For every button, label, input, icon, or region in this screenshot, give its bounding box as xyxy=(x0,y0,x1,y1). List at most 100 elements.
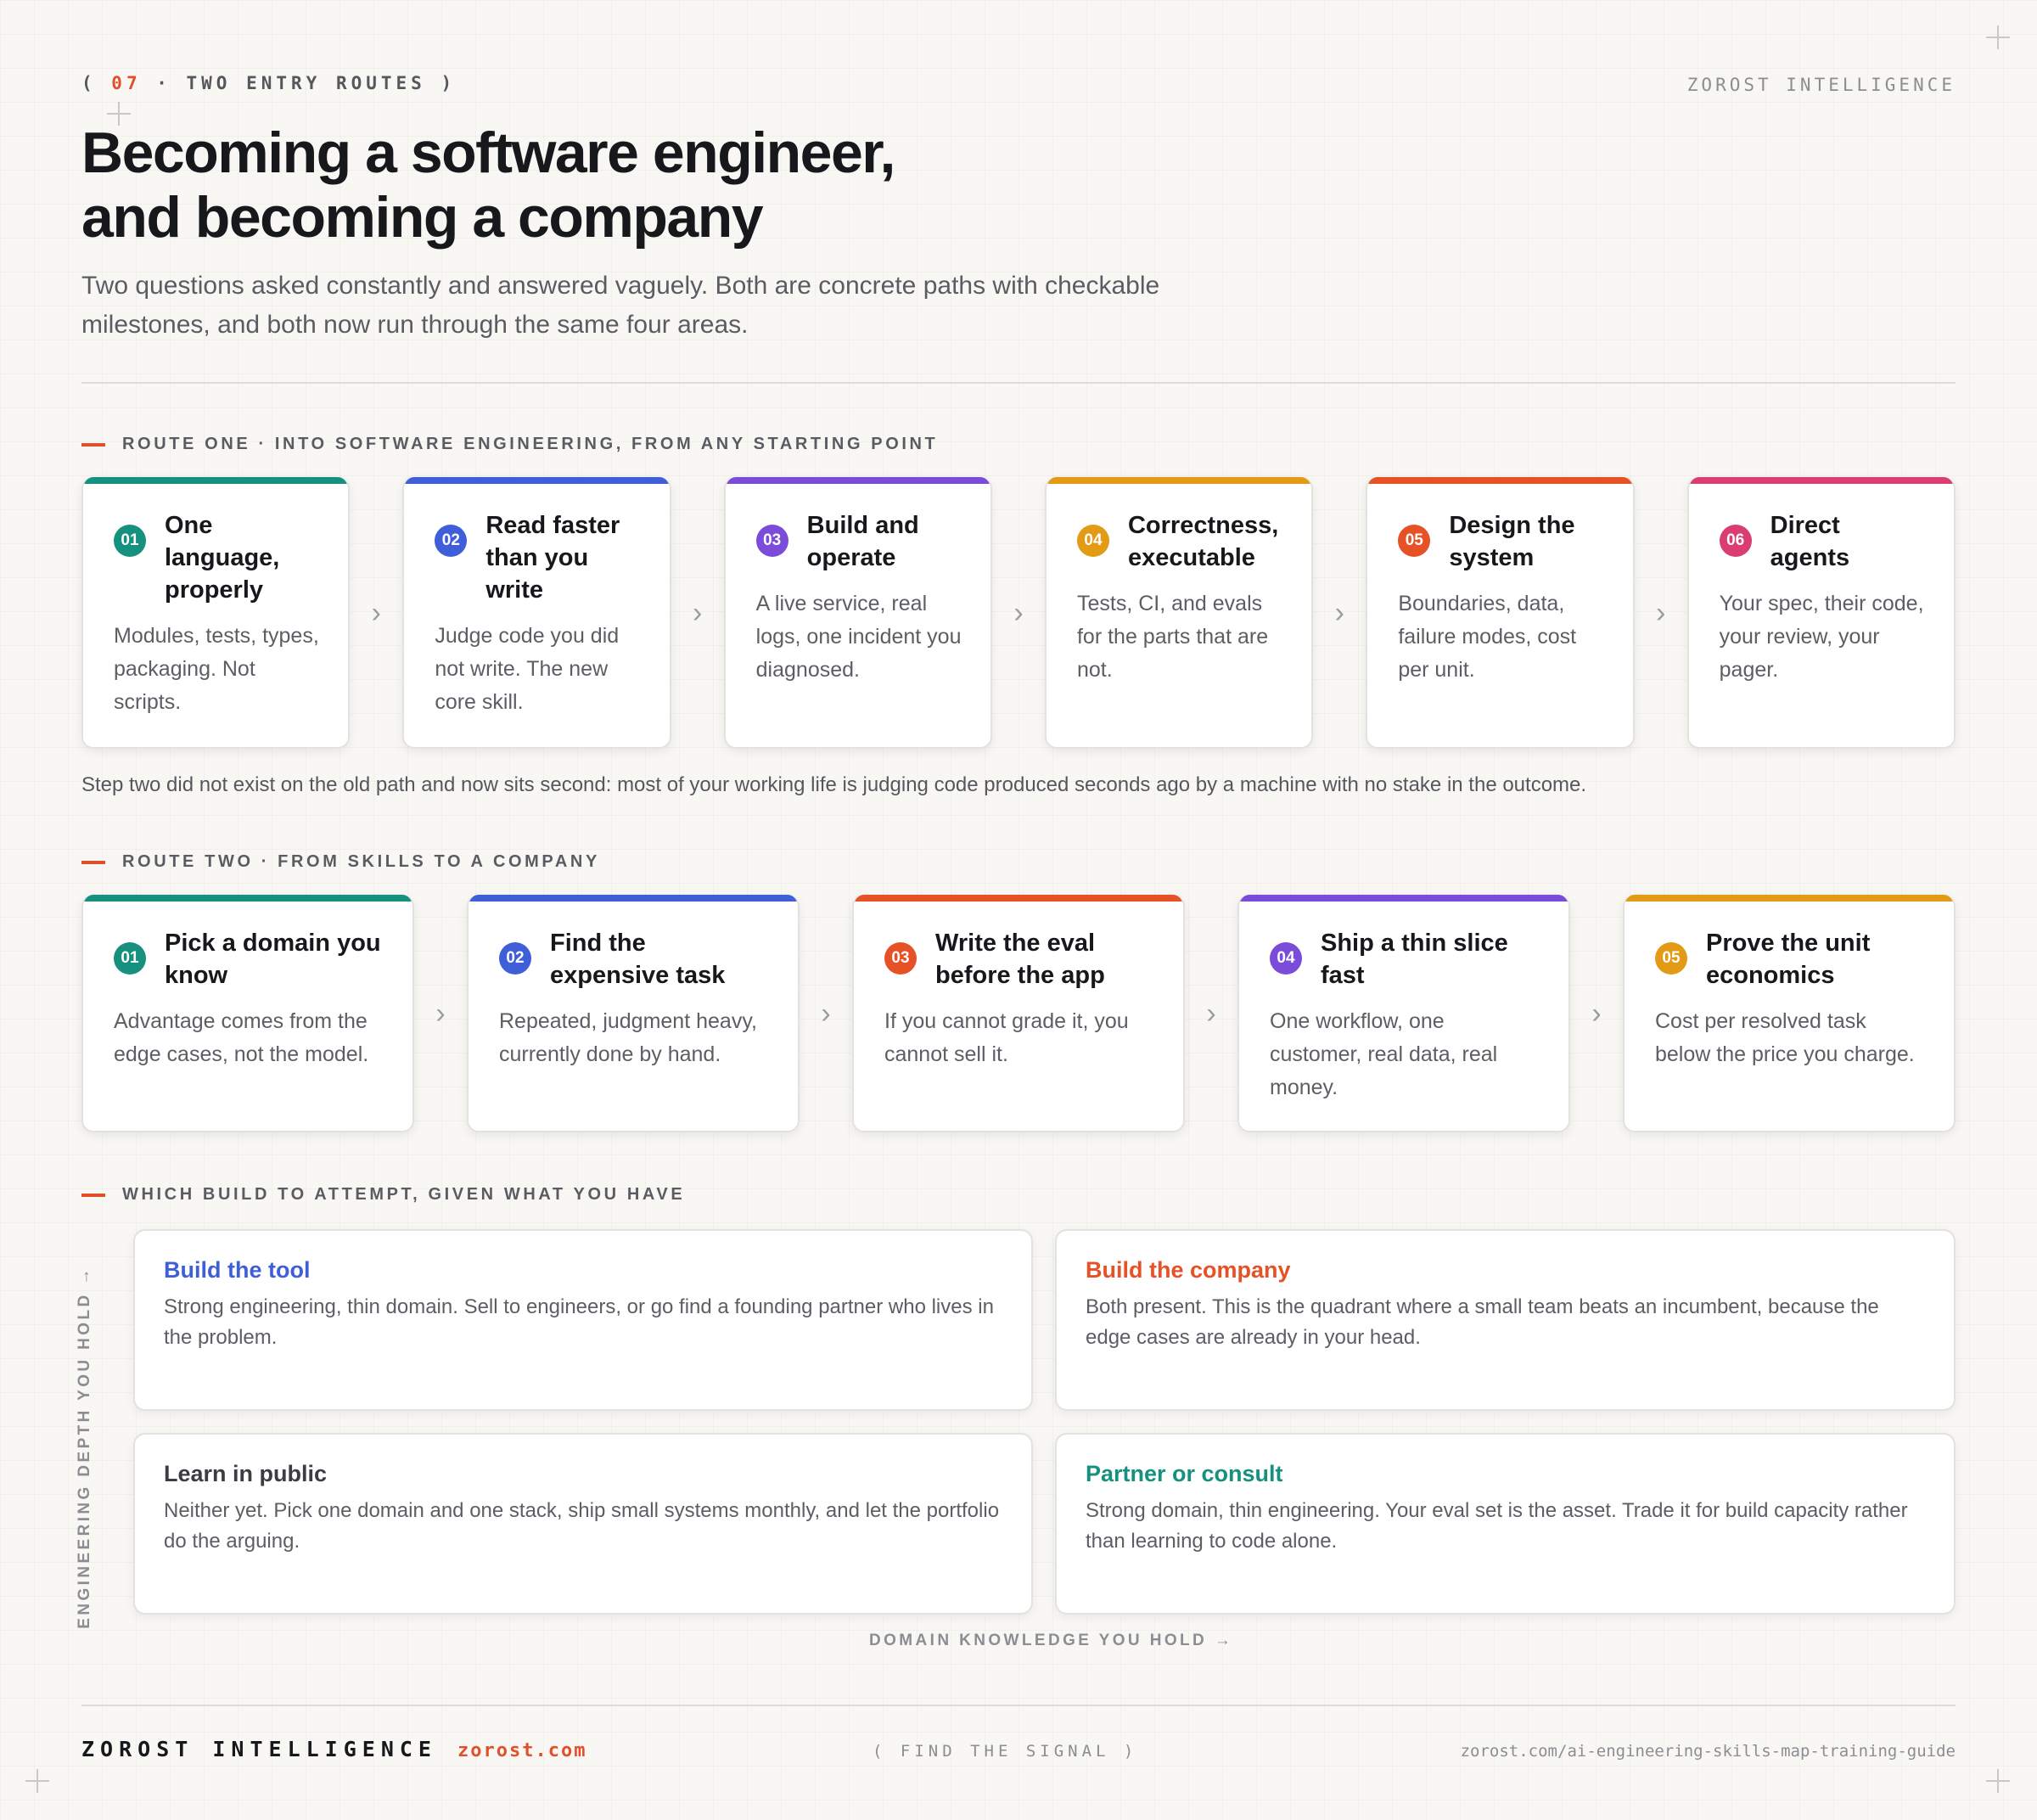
step-number-badge: 05 xyxy=(1655,942,1687,975)
step-head: 04 Ship a thin slice fast xyxy=(1270,927,1540,991)
route-one-label-text: ROUTE ONE · INTO SOFTWARE ENGINEERING, F… xyxy=(122,435,939,453)
step-color-bar xyxy=(1625,895,1954,902)
step-head: 03 Build and operate xyxy=(755,509,962,574)
kicker-text: · TWO ENTRY ROUTES ) xyxy=(141,73,457,93)
step-body: 05 Design the system Boundaries, data, fai… xyxy=(1367,484,1632,712)
step-number-badge: 02 xyxy=(435,525,468,557)
kicker-open: ( xyxy=(81,73,112,93)
chevron-right-icon: › xyxy=(1334,596,1344,629)
route-one-note: Step two did not exist on the old path a… xyxy=(81,773,1587,796)
chevron-right-icon: › xyxy=(1655,596,1666,629)
quadrant-title: Build the tool xyxy=(164,1257,311,1283)
chevron-right-icon: › xyxy=(435,997,446,1030)
step-head: 05 Prove the unit economics xyxy=(1655,927,1925,991)
route-two-step-card: 04 Ship a thin slice fast One workflow, on… xyxy=(1237,895,1570,1132)
step-title: Write the eval before the app xyxy=(935,930,1105,989)
step-body: 02 Read faster than you write Judge code y… xyxy=(404,484,669,744)
footer-site-link[interactable]: zorost.com xyxy=(457,1740,586,1761)
step-title: Prove the unit economics xyxy=(1706,930,1871,989)
accent-dash xyxy=(81,1193,105,1197)
step-body: 01 One language, properly Modules, tests, … xyxy=(83,484,348,744)
quadrant-partner-or-consult: Partner or consult Strong domain, thin e… xyxy=(1055,1433,1956,1615)
header-brand: ZOROST INTELLIGENCE xyxy=(1686,75,1956,95)
footer-url-link[interactable]: zorost.com/ai-engineering-skills-map-tra… xyxy=(1461,1742,1956,1761)
matrix-label-text: WHICH BUILD TO ATTEMPT, GIVEN WHAT YOU H… xyxy=(122,1185,686,1204)
route-one-step-card: 01 One language, properly Modules, tests, … xyxy=(81,477,351,749)
step-title: Ship a thin slice fast xyxy=(1321,930,1508,989)
step-color-bar xyxy=(83,477,349,484)
step-description: A live service, real logs, one incident … xyxy=(755,592,962,682)
corner-crosshair-bottom-right xyxy=(1986,1769,2010,1793)
step-color-bar xyxy=(725,477,990,484)
page-title: Becoming a software engineer, and becomi… xyxy=(81,121,1185,250)
step-number-badge: 04 xyxy=(1270,942,1302,975)
step-number-badge: 01 xyxy=(114,525,146,557)
accent-dash xyxy=(81,442,105,447)
route-one-step-card: 03 Build and operate A live service, real … xyxy=(723,477,992,749)
step-body: 04 Ship a thin slice fast One workflow, on… xyxy=(1239,902,1568,1130)
step-title: Build and operate xyxy=(806,512,919,571)
quadrant-description: Strong engineering, thin domain. Sell to… xyxy=(164,1295,994,1349)
quadrant-title: Partner or consult xyxy=(1086,1461,1283,1486)
step-title: Find the expensive task xyxy=(550,930,726,989)
step-description: Judge code you did not write. The new co… xyxy=(435,624,620,714)
route-two-step-card: 03 Write the eval before the app If you ca… xyxy=(852,895,1185,1132)
step-description: Boundaries, data, failure modes, cost pe… xyxy=(1398,592,1577,682)
step-title: Pick a domain you know xyxy=(165,930,381,989)
step-number-badge: 02 xyxy=(499,942,531,975)
step-color-bar xyxy=(404,477,670,484)
step-number-badge: 05 xyxy=(1398,525,1431,557)
quadrant-build-the-tool: Build the tool Strong engineering, thin … xyxy=(133,1229,1033,1411)
footer-brand: ZOROST INTELLIGENCE zorost.com xyxy=(81,1737,586,1761)
y-axis-label-text: ENGINEERING DEPTH YOU HOLD → xyxy=(76,1266,93,1629)
step-description: One workflow, one customer, real data, r… xyxy=(1270,1009,1498,1099)
title-line-2: and becoming a company xyxy=(81,185,764,250)
route-two-label: ROUTE TWO · FROM SKILLS TO A COMPANY xyxy=(81,852,600,872)
step-head: 01 Pick a domain you know xyxy=(114,927,384,991)
accent-dash xyxy=(81,860,105,864)
chevron-right-icon: › xyxy=(1591,997,1602,1030)
route-one-step-card: 02 Read faster than you write Judge code y… xyxy=(402,477,671,749)
footer-tagline: ( FIND THE SIGNAL ) xyxy=(873,1742,1138,1761)
step-description: Advantage comes from the edge cases, not… xyxy=(114,1009,369,1066)
corner-crosshair-bottom-left xyxy=(25,1769,49,1793)
section-kicker: ( 07 · TWO ENTRY ROUTES ) xyxy=(81,73,456,93)
step-description: Your spec, their code, your review, your… xyxy=(1719,592,1924,682)
route-one-step-card: 05 Design the system Boundaries, data, fai… xyxy=(1366,477,1635,749)
route-two-step-card: 05 Prove the unit economics Cost per resol… xyxy=(1623,895,1956,1132)
step-color-bar xyxy=(83,895,412,902)
step-description: Tests, CI, and evals for the parts that … xyxy=(1076,592,1269,682)
step-color-bar xyxy=(854,895,1183,902)
step-head: 02 Read faster than you write xyxy=(435,509,640,606)
step-color-bar xyxy=(1367,477,1633,484)
footer-brand-name: ZOROST INTELLIGENCE xyxy=(81,1737,437,1761)
step-number-badge: 01 xyxy=(114,942,146,975)
header-divider xyxy=(81,382,1956,384)
route-two-step-card: 02 Find the expensive task Repeated, judgm… xyxy=(467,895,800,1132)
step-description: Modules, tests, types, packaging. Not sc… xyxy=(114,624,319,714)
quadrant-learn-in-public: Learn in public Neither yet. Pick one do… xyxy=(133,1433,1033,1615)
quadrant-title: Build the company xyxy=(1086,1257,1291,1283)
route-one-steps: 01 One language, properly Modules, tests, … xyxy=(81,477,1956,749)
step-number-badge: 04 xyxy=(1076,525,1109,557)
step-body: 05 Prove the unit economics Cost per resol… xyxy=(1625,902,1954,1097)
route-two-steps: 01 Pick a domain you know Advantage comes … xyxy=(81,895,1956,1132)
chevron-right-icon: › xyxy=(1206,997,1216,1030)
step-head: 05 Design the system xyxy=(1398,509,1603,574)
step-head: 03 Write the eval before the app xyxy=(884,927,1154,991)
quadrant-description: Both present. This is the quadrant where… xyxy=(1086,1295,1879,1349)
step-body: 03 Build and operate A live service, real … xyxy=(726,484,990,712)
chevron-right-icon: › xyxy=(1013,596,1024,629)
footer-divider xyxy=(81,1705,1956,1706)
step-color-bar xyxy=(469,895,798,902)
chevron-right-icon: › xyxy=(692,596,703,629)
quadrant-title: Learn in public xyxy=(164,1461,328,1486)
corner-crosshair-top-right xyxy=(1986,25,2010,49)
step-description: If you cannot grade it, you cannot sell … xyxy=(884,1009,1129,1066)
quadrant-description: Strong domain, thin engineering. Your ev… xyxy=(1086,1499,1908,1553)
title-line-1: Becoming a software engineer, xyxy=(81,121,895,185)
route-one-step-card: 04 Correctness, executable Tests, CI, and … xyxy=(1044,477,1314,749)
step-body: 03 Write the eval before the app If you ca… xyxy=(854,902,1183,1097)
step-body: 06 Direct agents Your spec, their code, yo… xyxy=(1689,484,1954,712)
chevron-right-icon: › xyxy=(371,596,381,629)
